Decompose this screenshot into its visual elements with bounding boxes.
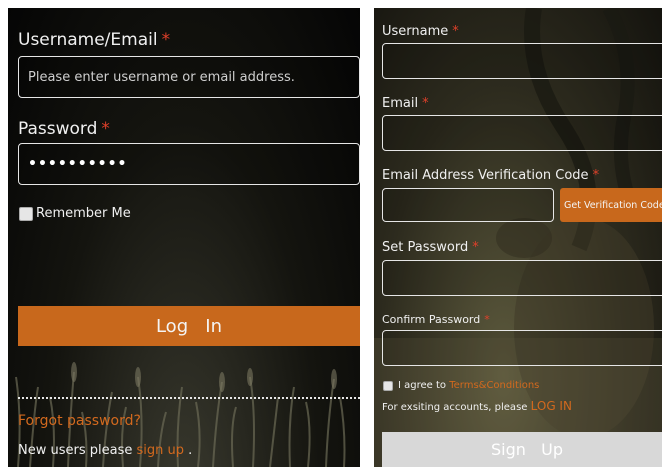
confirm-password-label: Confirm Password * <box>382 313 490 326</box>
signup-button[interactable]: Sign Up <box>382 432 662 467</box>
new-users-line: New users please sign up . <box>18 443 192 458</box>
sign-up-link[interactable]: sign up <box>136 443 184 458</box>
required-marker: * <box>592 168 600 183</box>
dashed-divider <box>18 397 360 399</box>
username-email-input[interactable]: Please enter username or email address. <box>18 56 360 98</box>
existing-accounts-line: For exsiting accounts, please LOG IN <box>382 399 572 413</box>
required-marker: * <box>452 24 459 39</box>
existing-accounts-text: For exsiting accounts, please <box>382 402 531 413</box>
required-marker: * <box>472 240 479 255</box>
signup-username-label: Username * <box>382 24 459 39</box>
required-marker: * <box>161 30 171 50</box>
verification-code-label: Email Address Verification Code * <box>382 168 599 183</box>
signup-email-label-text: Email <box>382 96 419 111</box>
agree-terms-checkbox[interactable] <box>383 381 393 391</box>
login-panel: Username/Email * Please enter username or… <box>8 8 360 467</box>
terms-conditions-link[interactable]: Terms&Conditions <box>449 380 539 391</box>
required-marker: * <box>484 313 490 326</box>
password-input[interactable]: •••••••••• <box>18 143 360 185</box>
required-marker: * <box>422 96 429 111</box>
login-button-label: Log In <box>155 315 223 337</box>
agree-terms-line: I agree to Terms&Conditions <box>398 380 539 391</box>
signup-email-label: Email * <box>382 96 429 111</box>
get-verification-code-label: Get Verification Code <box>564 199 662 211</box>
username-email-label-text: Username/Email <box>18 30 158 50</box>
password-label: Password * <box>18 119 110 139</box>
verification-code-label-text: Email Address Verification Code <box>382 168 589 183</box>
login-link[interactable]: LOG IN <box>531 399 572 413</box>
signup-username-label-text: Username <box>382 24 449 39</box>
confirm-password-label-text: Confirm Password <box>382 313 481 326</box>
set-password-label-text: Set Password <box>382 240 469 255</box>
password-value: •••••••••• <box>28 156 128 172</box>
remember-me-label: Remember Me <box>36 206 131 221</box>
signup-panel: Username * Email * Email Address Verificat… <box>374 8 662 467</box>
signup-button-label: Sign Up <box>490 440 564 459</box>
new-users-text: New users please <box>18 443 137 458</box>
new-users-suffix: . <box>183 443 193 458</box>
signup-username-input[interactable] <box>382 43 662 79</box>
password-label-text: Password <box>18 119 98 139</box>
agree-text: I agree to <box>398 380 450 391</box>
set-password-label: Set Password * <box>382 240 479 255</box>
username-email-label: Username/Email * <box>18 30 170 50</box>
get-verification-code-button[interactable]: Get Verification Code <box>560 188 662 222</box>
username-email-placeholder: Please enter username or email address. <box>28 69 295 85</box>
forgot-password-link[interactable]: Forgot password? <box>18 413 141 429</box>
signup-email-input[interactable] <box>382 115 662 151</box>
required-marker: * <box>101 119 110 139</box>
verification-code-input[interactable] <box>382 188 554 222</box>
confirm-password-input[interactable] <box>382 330 662 366</box>
login-button[interactable]: Log In <box>18 306 360 346</box>
set-password-input[interactable] <box>382 260 662 296</box>
remember-me-checkbox[interactable] <box>19 207 33 221</box>
